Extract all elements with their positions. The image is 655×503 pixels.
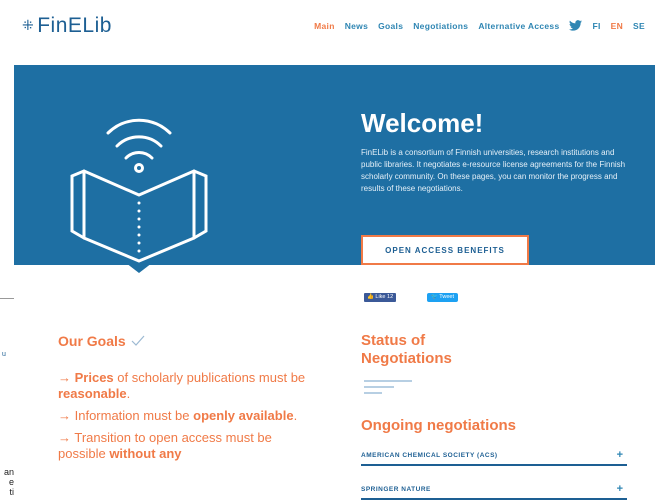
nav-goals[interactable]: Goals <box>378 21 403 31</box>
our-goals-title: Our Goals <box>58 333 145 349</box>
tweet-button[interactable]: 🐦 Tweet <box>427 293 458 302</box>
welcome-title: Welcome! <box>361 108 484 138</box>
lang-en[interactable]: EN <box>611 21 623 31</box>
lang-fi[interactable]: FI <box>592 21 600 31</box>
status-of-negotiations-title: Status of Negotiations <box>361 332 452 367</box>
lang-se[interactable]: SE <box>633 21 645 31</box>
negotiation-item-springer[interactable]: SPRINGER NATURE + <box>361 480 627 500</box>
thumbs-up-icon: 👍 <box>367 294 374 300</box>
main-nav: Main News Goals Negotiations Alternative… <box>314 20 645 31</box>
expand-plus-icon[interactable]: + <box>617 483 623 495</box>
facebook-like-button[interactable]: 👍 Like 12 <box>364 293 397 302</box>
decorative-lines <box>364 380 412 398</box>
goal-item: → Information must be openly available. <box>58 408 298 423</box>
checkmark-icon <box>131 335 145 346</box>
negotiation-item-acs[interactable]: AMERICAN CHEMICAL SOCIETY (ACS) + <box>361 446 627 466</box>
goals-list: → Prices of scholarly publications must … <box>58 370 308 468</box>
open-access-benefits-button[interactable]: OPEN ACCESS BENEFITS <box>361 235 529 265</box>
goal-item: → Prices of scholarly publications must … <box>58 370 306 401</box>
nav-main[interactable]: Main <box>314 21 335 31</box>
welcome-text: FinELib is a consortium of Finnish unive… <box>361 148 626 193</box>
logo-mark-icon: ⁜ <box>22 17 35 33</box>
site-header: ⁜ FinELib Main News Goals Negotiations Al… <box>14 0 655 60</box>
expand-plus-icon[interactable]: + <box>617 449 623 461</box>
nav-alternative-access[interactable]: Alternative Access <box>478 21 559 31</box>
background-window-text: u <box>2 351 6 358</box>
twitter-small-icon: 🐦 <box>431 294 438 300</box>
background-window-text-lines: an e ti <box>3 467 14 497</box>
nav-negotiations[interactable]: Negotiations <box>413 21 468 31</box>
site-logo[interactable]: ⁜ FinELib <box>22 14 112 38</box>
background-window-fragment: u an e ti <box>0 298 14 503</box>
open-book-wifi-icon <box>70 118 208 273</box>
twitter-icon[interactable] <box>569 20 583 31</box>
goal-item: → Transition to open access must be poss… <box>58 430 272 461</box>
nav-news[interactable]: News <box>345 21 368 31</box>
finelib-page: ⁜ FinELib Main News Goals Negotiations Al… <box>14 0 655 502</box>
ongoing-negotiations-title: Ongoing negotiations <box>361 417 516 434</box>
hero-banner: Welcome! FinELib is a consortium of Finn… <box>14 65 655 273</box>
